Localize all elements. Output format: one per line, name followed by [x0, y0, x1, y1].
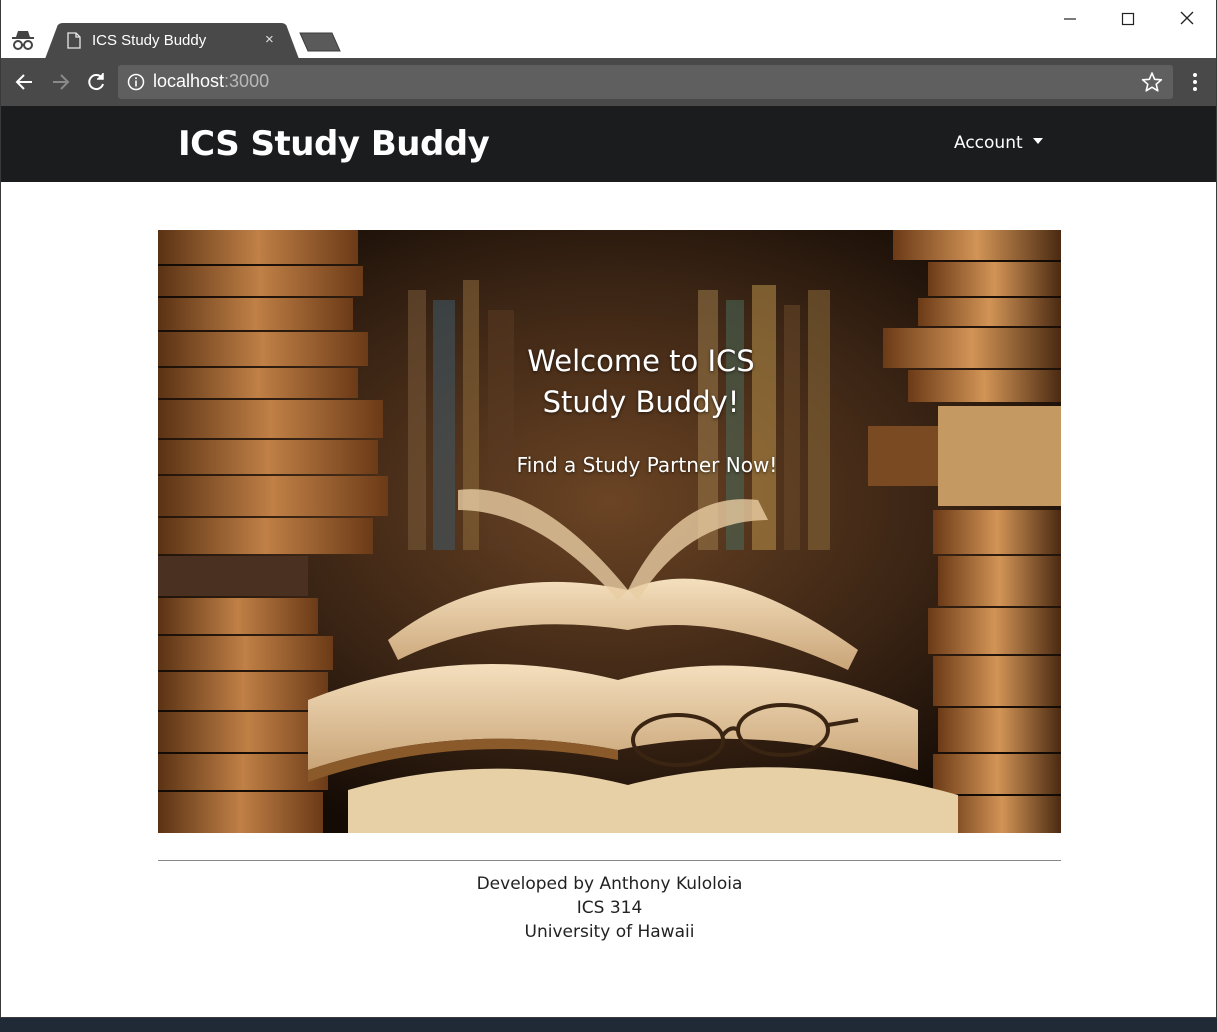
- footer-university: University of Hawaii: [524, 922, 695, 942]
- os-taskbar: [0, 1018, 1217, 1032]
- address-bar[interactable]: localhost:3000: [118, 65, 1173, 99]
- tab-title: ICS Study Buddy: [92, 32, 207, 49]
- dropdown-caret-icon: [1032, 138, 1043, 144]
- browser-window: ICS Study Buddy × localhost:3000 ICS Stu…: [0, 0, 1217, 1018]
- back-icon[interactable]: [12, 69, 38, 95]
- footer-author: Developed by Anthony Kuloloia: [476, 874, 743, 894]
- account-label: Account: [954, 133, 1023, 153]
- hero-subtitle: Find a Study Partner Now!: [516, 453, 778, 477]
- star-icon[interactable]: [1141, 71, 1163, 98]
- incognito-icon: [10, 28, 36, 52]
- close-icon[interactable]: ×: [265, 31, 274, 49]
- url-port: :3000: [224, 71, 270, 91]
- more-menu-icon[interactable]: [1187, 70, 1203, 94]
- url-host: localhost: [153, 71, 225, 91]
- reload-icon[interactable]: [83, 69, 109, 95]
- title-bar: ICS Study Buddy ×: [1, 0, 1216, 59]
- browser-tab[interactable]: ICS Study Buddy ×: [45, 23, 299, 59]
- window-close-icon[interactable]: [1170, 8, 1204, 30]
- url-text: localhost:3000: [153, 71, 269, 92]
- account-dropdown[interactable]: Account: [954, 133, 1043, 153]
- footer-divider: [158, 860, 1061, 861]
- forward-icon[interactable]: [47, 69, 73, 95]
- hero-title-line2: Study Buddy!: [542, 385, 740, 419]
- footer-course: ICS 314: [576, 898, 643, 918]
- hero-title-line1: Welcome to ICS: [527, 344, 755, 378]
- site-navbar: ICS Study Buddy Account: [1, 106, 1216, 182]
- maximize-icon[interactable]: [1111, 8, 1145, 30]
- library-books-image: [158, 230, 1061, 833]
- hero-banner: Welcome to ICS Study Buddy! Find a Study…: [158, 230, 1061, 833]
- site-brand[interactable]: ICS Study Buddy: [178, 124, 490, 164]
- hero-title: Welcome to ICS Study Buddy!: [488, 341, 794, 423]
- site-footer: Developed by Anthony Kuloloia ICS 314 Un…: [158, 872, 1061, 944]
- page-icon: [67, 32, 81, 49]
- new-tab-button[interactable]: [298, 32, 342, 52]
- info-icon[interactable]: [127, 73, 145, 96]
- minimize-icon[interactable]: [1053, 8, 1087, 30]
